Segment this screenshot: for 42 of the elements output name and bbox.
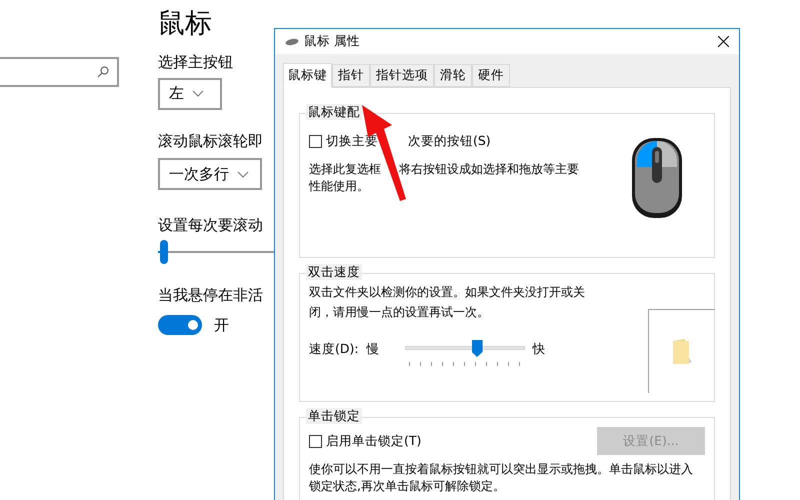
- tab[interactable]: 硬件: [472, 64, 510, 87]
- checkbox-label[interactable]: 切换主要: [326, 132, 378, 151]
- dropdown[interactable]: 左: [158, 78, 222, 110]
- search-icon: [97, 66, 109, 78]
- description: 使你可以不用一直按着鼠标按钮就可以突出显示或拖拽。单击鼠标以进入锁定状态,再次单击鼠标可解除锁定。: [309, 461, 694, 495]
- fast-label: 快: [532, 340, 546, 358]
- page-title: 鼠标: [158, 7, 213, 41]
- slider-track[interactable]: [404, 340, 525, 358]
- checkbox-label[interactable]: 次要的按钮(S): [408, 132, 491, 151]
- slider-thumb[interactable]: [160, 240, 168, 264]
- chevron-down-icon: [237, 170, 249, 178]
- tab[interactable]: 鼠标键: [283, 63, 332, 88]
- checkbox[interactable]: [309, 134, 322, 148]
- setting-label: 滚动鼠标滚轮即: [158, 130, 264, 152]
- toggle-state: 开: [214, 315, 229, 336]
- tab[interactable]: 指针: [332, 64, 370, 87]
- checkbox-label[interactable]: 启用单击锁定(T): [326, 432, 422, 450]
- chevron-down-icon: [192, 90, 204, 97]
- group-title: 鼠标键配: [306, 104, 362, 120]
- description: 性能使用。: [309, 178, 370, 195]
- mouse-icon: [285, 38, 299, 46]
- checkbox[interactable]: [309, 434, 322, 448]
- tab[interactable]: 指针选项: [370, 64, 434, 87]
- search-field[interactable]: [0, 57, 119, 87]
- description: 将右按钮设成如选择和拖放等主要: [399, 160, 579, 178]
- dropdown[interactable]: 一次多行: [158, 158, 262, 190]
- tab[interactable]: 滑轮: [434, 64, 472, 87]
- group-title: 单击锁定: [306, 408, 362, 424]
- test-area[interactable]: [648, 309, 715, 393]
- slow-label: 慢: [366, 340, 380, 358]
- description: 选择此复选框: [309, 160, 381, 178]
- window-title: 鼠标 属性: [304, 32, 360, 50]
- slider-thumb[interactable]: [472, 340, 483, 357]
- folder-icon: [671, 338, 693, 366]
- setting-label: 当我悬停在非活: [158, 284, 264, 306]
- speed-label: 速度(D):: [309, 340, 359, 358]
- group-title: 双击速度: [306, 264, 362, 280]
- setting-label: 选择主按钮: [158, 52, 234, 73]
- setting-label: 设置每次要滚动: [158, 215, 264, 236]
- description: 双击文件夹以检测你的设置。如果文件夹没打开或关闭，请用慢一点的设置再试一次。: [309, 284, 586, 321]
- close-icon[interactable]: [718, 36, 729, 47]
- toggle-switch[interactable]: [158, 315, 202, 336]
